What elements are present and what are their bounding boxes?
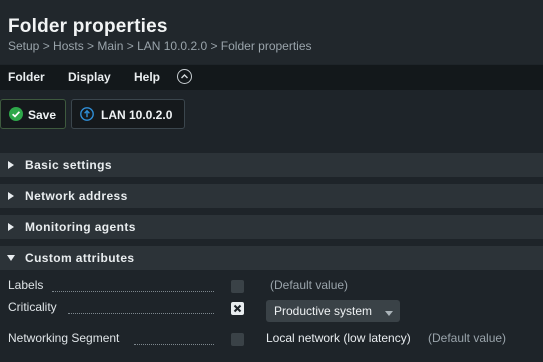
save-button-label: Save — [28, 108, 57, 122]
labels-checkbox[interactable] — [231, 280, 244, 293]
attr-label-networking-segment: Networking Segment — [8, 331, 120, 345]
page-header: Folder properties Setup > Hosts > Main >… — [0, 0, 543, 64]
section-label: Basic settings — [25, 158, 112, 172]
attr-label-criticality: Criticality — [8, 300, 57, 314]
section-label: Monitoring agents — [25, 220, 136, 234]
check-circle-icon — [9, 107, 23, 121]
section-custom-attributes[interactable]: Custom attributes — [0, 246, 543, 270]
attr-label-labels: Labels — [8, 278, 44, 292]
criticality-select[interactable]: Productive system — [266, 300, 400, 322]
close-icon — [233, 304, 242, 313]
menu-folder[interactable]: Folder — [8, 70, 45, 84]
chevron-up-icon[interactable] — [177, 69, 192, 84]
networking-segment-default-value: (Default value) — [428, 331, 507, 345]
page-title: Folder properties — [8, 16, 168, 37]
save-button[interactable]: Save — [0, 99, 66, 129]
menu-help[interactable]: Help — [134, 70, 160, 84]
criticality-checkbox[interactable] — [231, 302, 244, 315]
section-network-address[interactable]: Network address — [0, 184, 543, 208]
dotted-leader — [68, 301, 214, 314]
networking-segment-checkbox[interactable] — [231, 333, 244, 346]
section-label: Network address — [25, 189, 128, 203]
lan-folder-button[interactable]: LAN 10.0.2.0 — [71, 99, 185, 129]
dotted-leader — [134, 332, 214, 345]
caret-down-icon — [7, 255, 15, 261]
caret-right-icon — [8, 223, 14, 231]
section-monitoring-agents[interactable]: Monitoring agents — [0, 215, 543, 239]
labels-default-value: (Default value) — [270, 278, 349, 292]
lan-folder-button-label: LAN 10.0.2.0 — [101, 108, 173, 122]
breadcrumb[interactable]: Setup > Hosts > Main > LAN 10.0.2.0 > Fo… — [8, 39, 312, 53]
menu-display[interactable]: Display — [68, 70, 111, 84]
dotted-leader — [52, 279, 214, 292]
up-arrow-circle-icon — [80, 107, 94, 121]
caret-right-icon — [8, 192, 14, 200]
section-label: Custom attributes — [25, 251, 135, 265]
menu-bar: Folder Display Help — [0, 65, 543, 90]
criticality-select-value: Productive system — [274, 304, 373, 318]
section-basic-settings[interactable]: Basic settings — [0, 153, 543, 177]
caret-right-icon — [8, 161, 14, 169]
networking-segment-value: Local network (low latency) — [266, 331, 411, 345]
chevron-down-icon — [385, 311, 393, 316]
